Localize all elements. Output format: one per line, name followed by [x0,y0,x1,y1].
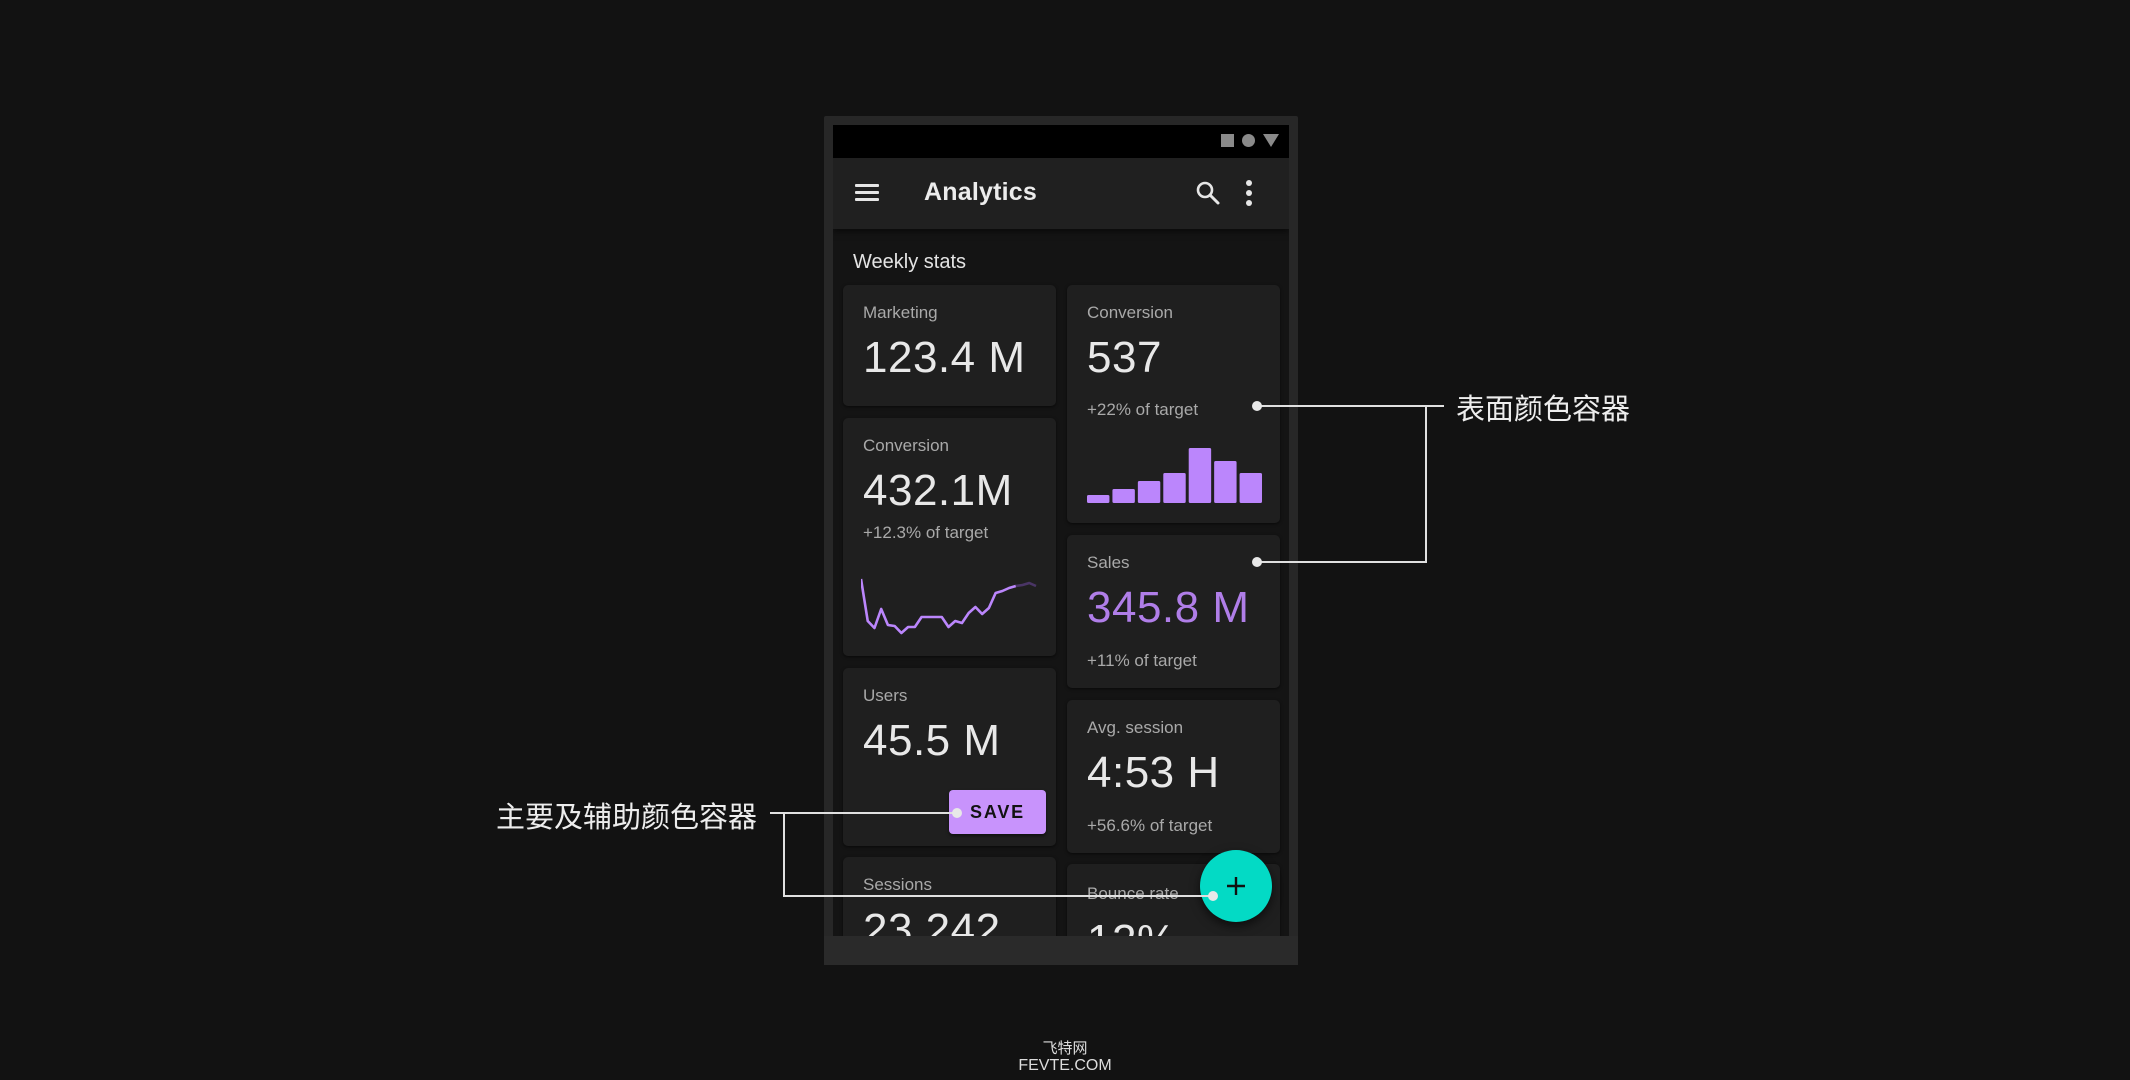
card-value: 4:53 H [1087,748,1220,797]
section-title: Weekly stats [853,251,966,273]
card-value: 123.4 M [863,333,1026,382]
card-label: Users [863,686,908,705]
content-area: Weekly stats Marketing 123.4 M Conversio… [833,229,1289,945]
sparkline-series [861,578,1017,635]
card-subtext: +12.3% of target [863,523,989,542]
card-value: 537 [1087,333,1162,382]
square-icon [1221,134,1234,147]
plus-icon [1227,877,1245,895]
card-subtext: +22% of target [1087,400,1199,419]
bar-3 [1137,481,1161,503]
card-label: Avg. session [1087,718,1184,737]
circle-icon [1242,134,1255,147]
menu-icon[interactable] [855,184,879,202]
card-sessions[interactable]: Sessions 23,242 [843,857,1056,945]
card-value: 432.1M [863,466,1013,515]
bottom-bar [824,936,1298,965]
watermark-cn: 飞特网 [1042,1040,1088,1057]
card-label: Conversion [863,436,949,455]
card-conversion-left[interactable]: Conversion 432.1M +12.3% of target [843,418,1056,656]
app-bar: Analytics [833,158,1289,229]
watermark-en: FEVTE.COM [1018,1057,1112,1074]
card-conversion-right[interactable]: Conversion 537 +22% of target [1067,285,1280,523]
annotation-surface: 表面颜色容器 [1456,392,1631,426]
bar-4 [1163,473,1186,503]
card-label: Conversion [1087,303,1173,322]
app-title: Analytics [924,178,1037,206]
card-label: Bounce rate [1087,884,1179,903]
bar-5 [1188,448,1212,503]
card-value: 45.5 M [863,716,1001,765]
annotation-primary-secondary: 主要及辅助颜色容器 [496,800,758,834]
bar-7 [1239,473,1262,503]
more-vert-icon[interactable] [1245,180,1253,206]
save-button[interactable]: SAVE [949,790,1046,834]
card-avg-session[interactable]: Avg. session 4:53 H +56.6% of target [1067,700,1280,853]
card-value: 345.8 M [1087,583,1250,632]
sparkline-chart [861,578,1037,635]
card-subtext: +56.6% of target [1087,816,1213,835]
card-marketing[interactable]: Marketing 123.4 M [843,285,1056,406]
card-subtext: +11% of target [1087,651,1197,670]
search-icon[interactable] [1195,180,1221,206]
phone-screen: Analytics Weekly stats Marketing 123.4 M… [833,125,1289,945]
bar-1 [1087,495,1110,503]
bar-chart [1087,448,1262,503]
sparkline-series-faded [1015,581,1037,588]
add-fab[interactable] [1200,850,1272,922]
phone-frame: Analytics Weekly stats Marketing 123.4 M… [824,116,1298,965]
card-label: Sales [1087,553,1130,572]
card-users[interactable]: Users 45.5 M SAVE [843,668,1056,846]
triangle-icon [1263,134,1279,147]
bar-2 [1112,489,1135,503]
card-label: Sessions [863,875,932,894]
status-bar [833,125,1289,158]
bar-6 [1214,461,1237,503]
card-sales[interactable]: Sales 345.8 M +11% of target [1067,535,1280,688]
card-label: Marketing [863,303,938,322]
